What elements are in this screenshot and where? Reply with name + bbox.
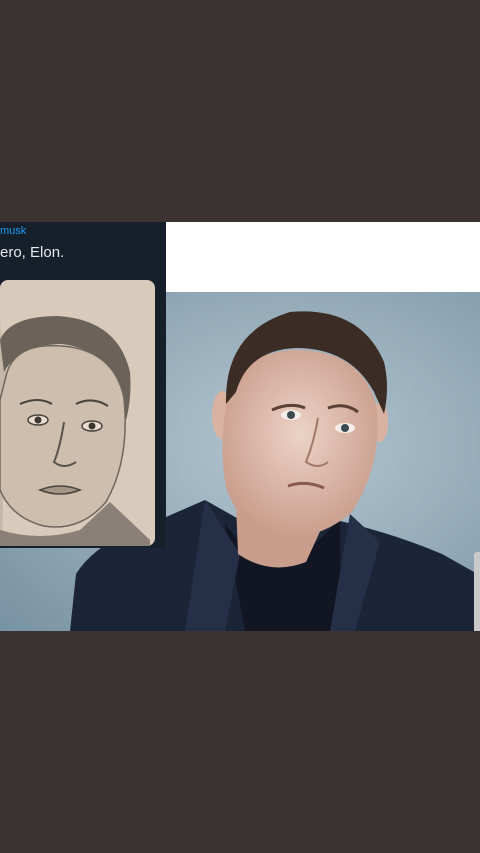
pencil-sketch-portrait [0, 280, 155, 546]
white-margin [166, 222, 480, 292]
tweet-screenshot: musk ero, Elon. [0, 222, 166, 548]
tweet-text: ero, Elon. [0, 244, 65, 261]
scrollbar-handle[interactable] [474, 552, 480, 631]
meme-image: musk ero, Elon. [0, 222, 480, 631]
tweet-handle: musk [0, 225, 27, 237]
